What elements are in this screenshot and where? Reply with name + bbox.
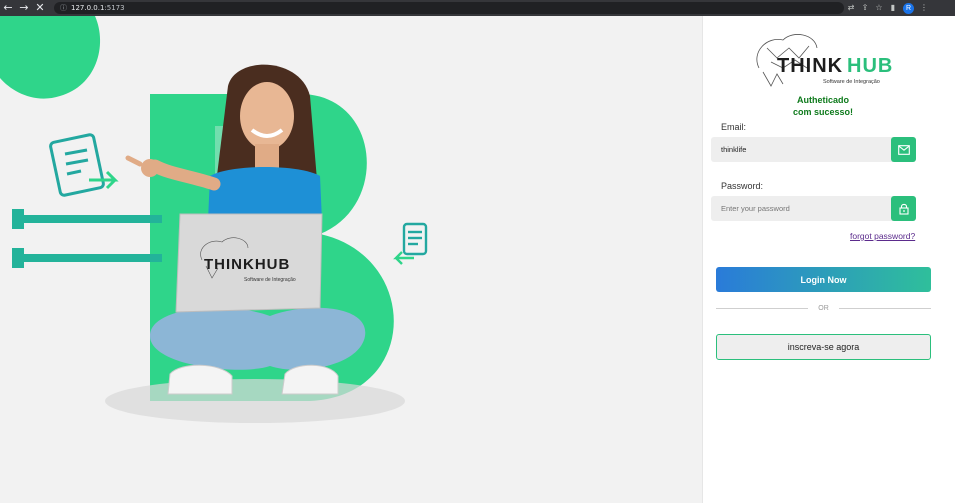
email-icon-button[interactable] — [891, 137, 916, 162]
translate-icon[interactable]: ⇄ — [844, 1, 858, 15]
green-blob-shape — [0, 16, 101, 99]
password-icon-button[interactable] — [891, 196, 916, 221]
email-field-wrapper — [711, 137, 916, 162]
address-bar[interactable]: ⓘ 127.0.0.1 :5173 — [54, 2, 844, 14]
logo-subtitle: Software de Integração — [823, 79, 880, 85]
or-divider: OR — [716, 302, 931, 314]
status-message: Autheticado com sucesso! — [763, 94, 883, 118]
speed-line-2 — [12, 254, 162, 262]
password-label: Password: — [721, 181, 764, 191]
thinkhub-logo: THINK HUB Software de Integração — [756, 34, 893, 87]
person-jeans — [150, 307, 366, 370]
person-shoe-right — [281, 364, 339, 395]
email-label: Email: — [721, 122, 747, 132]
speed-line-1 — [12, 215, 162, 223]
site-info-icon[interactable]: ⓘ — [60, 3, 67, 13]
status-line-1: Autheticado — [796, 95, 849, 105]
login-button[interactable]: Login Now — [716, 267, 931, 292]
bookmark-star-icon[interactable]: ☆ — [872, 1, 886, 15]
menu-icon[interactable]: ⋮ — [917, 1, 931, 15]
divider-line-left — [716, 307, 809, 309]
or-label: OR — [818, 304, 829, 312]
back-icon[interactable]: ← — [0, 0, 16, 16]
divider-line-right — [838, 307, 931, 309]
forward-icon[interactable]: → — [16, 0, 32, 16]
password-field[interactable] — [711, 196, 881, 221]
person-face — [240, 82, 294, 150]
forgot-password-link[interactable]: forgot password? — [850, 231, 915, 241]
profile-avatar[interactable]: R — [903, 2, 914, 14]
sidebar-icon[interactable]: ▮ — [886, 1, 900, 15]
login-panel: THINK HUB Software de Integração Autheti… — [702, 16, 955, 503]
browser-toolbar: ← → ✕ ⓘ 127.0.0.1 :5173 ⇄ ⇪ ☆ ▮ R ⋮ — [0, 0, 955, 16]
document-transfer-icon-right — [393, 222, 428, 265]
password-field-wrapper — [711, 196, 916, 221]
url-host: 127.0.0.1 — [71, 4, 105, 12]
person-shoe-left — [167, 364, 233, 395]
logo-text-hub: HUB — [847, 55, 893, 77]
status-line-2: com sucesso! — [792, 107, 854, 117]
logo-text: THINK — [777, 55, 843, 77]
email-field[interactable] — [711, 137, 881, 162]
url-port: :5173 — [104, 4, 125, 12]
person-top — [208, 167, 322, 221]
laptop-logo-subtitle: Software de Integração — [244, 277, 296, 283]
hero-graphic: THINKHUB Software de Integração — [0, 16, 428, 423]
hero-illustration: THINKHUB Software de Integração — [0, 16, 702, 503]
document-transfer-icon-left — [49, 133, 119, 197]
signup-button[interactable]: inscreva-se agora — [716, 334, 931, 360]
lock-icon — [898, 203, 909, 215]
mail-icon — [897, 144, 910, 155]
laptop-logo-think: THINKHUB — [204, 256, 290, 273]
share-icon[interactable]: ⇪ — [858, 1, 872, 15]
stop-icon[interactable]: ✕ — [32, 0, 48, 16]
